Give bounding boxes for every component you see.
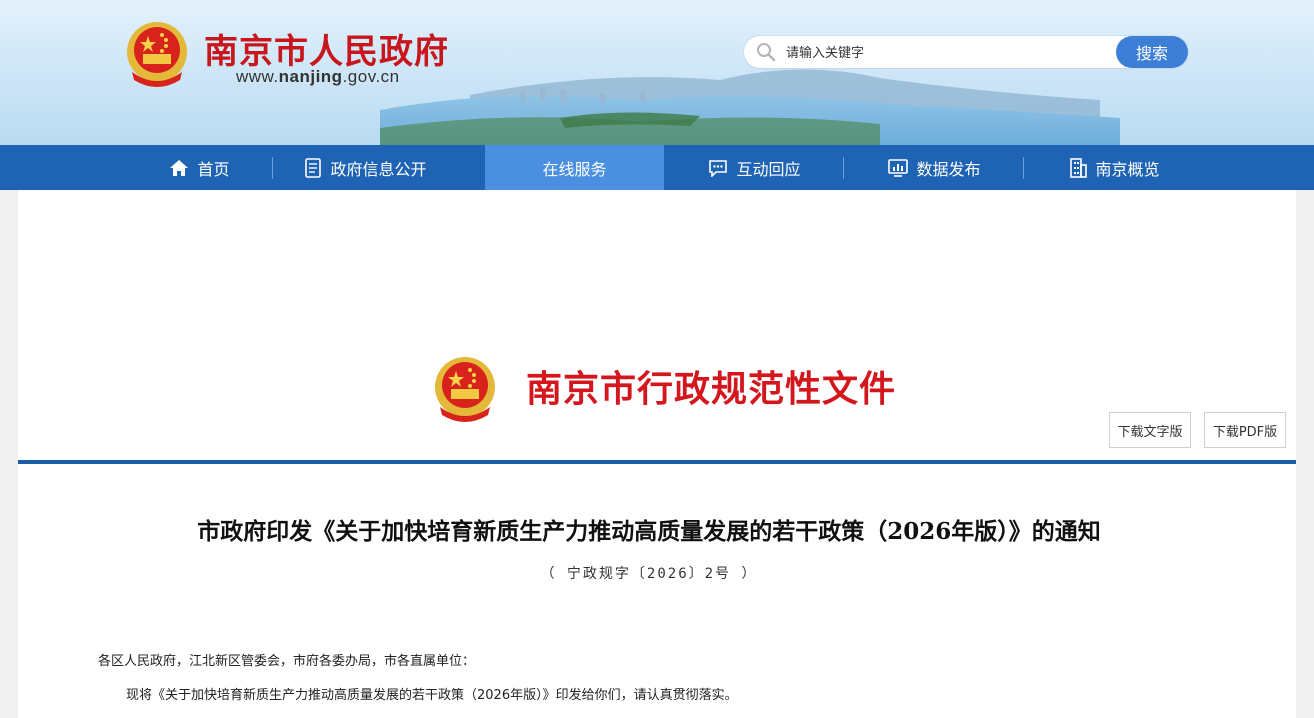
document-title: 市政府印发《关于加快培育新质生产力推动高质量发展的若干政策（2026年版）》的通… [197,518,1101,545]
search-box: 搜索 [744,36,1188,68]
nav-item-data-release[interactable]: 数据发布 [845,145,1024,190]
chat-icon [708,159,728,177]
divider [18,460,1296,464]
nav-item-label: 在线服务 [542,159,607,179]
nav-item-label: 南京概览 [1095,159,1160,179]
document-salutation: 各区人民政府，江北新区管委会，市府各委办局，市各直属单位： [98,654,476,669]
national-emblem-icon [127,22,187,87]
main-nav: 首页 政府信息公开 在线服务 互动回应 数据发布 南京概览 [0,145,1314,190]
nav-item-nanjing-overview[interactable]: 南京概览 [1025,145,1204,190]
site-title: 南京市人民政府 [204,32,449,72]
nav-separator [272,157,273,179]
nav-item-home[interactable]: 首页 [110,145,289,190]
nav-item-label: 数据发布 [916,159,981,179]
nav-separator [843,157,844,179]
nav-item-online-service[interactable]: 在线服务 [485,145,664,190]
document-type-heading: 南京市行政规范性文件 [526,368,897,410]
search-button[interactable]: 搜索 [1116,36,1188,68]
site-url: www.nanjing.gov.cn [236,67,400,87]
search-input[interactable] [784,40,1108,66]
document-number: （ 宁政规字〔2026〕2号 ） [540,566,758,582]
city-lake-scenery [0,0,1314,145]
download-pdf-button[interactable]: 下载PDF版 [1204,412,1286,448]
nav-item-label: 互动回应 [736,159,801,179]
site-url-prefix: www. [236,67,279,86]
site-url-domain: nanjing [278,67,343,86]
document-content: 南京市行政规范性文件 下载文字版 下载PDF版 市政府印发《关于加快培育新质生产… [18,190,1296,718]
nav-separator [1023,157,1024,179]
nav-item-interaction[interactable]: 互动回应 [665,145,844,190]
chart-icon [888,158,909,177]
nav-item-label: 政府信息公开 [330,159,427,179]
site-url-suffix: .gov.cn [342,67,400,86]
document-body-paragraph: 现将《关于加快培育新质生产力推动高质量发展的若干政策（2026年版）》印发给你们… [126,688,738,703]
header-banner: 南京市人民政府 www.nanjing.gov.cn 搜索 [0,0,1314,145]
document-icon [304,157,322,178]
home-icon [169,159,189,177]
national-emblem-icon [435,357,495,422]
building-icon [1069,157,1088,178]
nav-item-label: 首页 [197,159,230,179]
download-text-button[interactable]: 下载文字版 [1109,412,1191,448]
search-icon [757,43,776,62]
nav-item-gov-info[interactable]: 政府信息公开 [276,145,455,190]
